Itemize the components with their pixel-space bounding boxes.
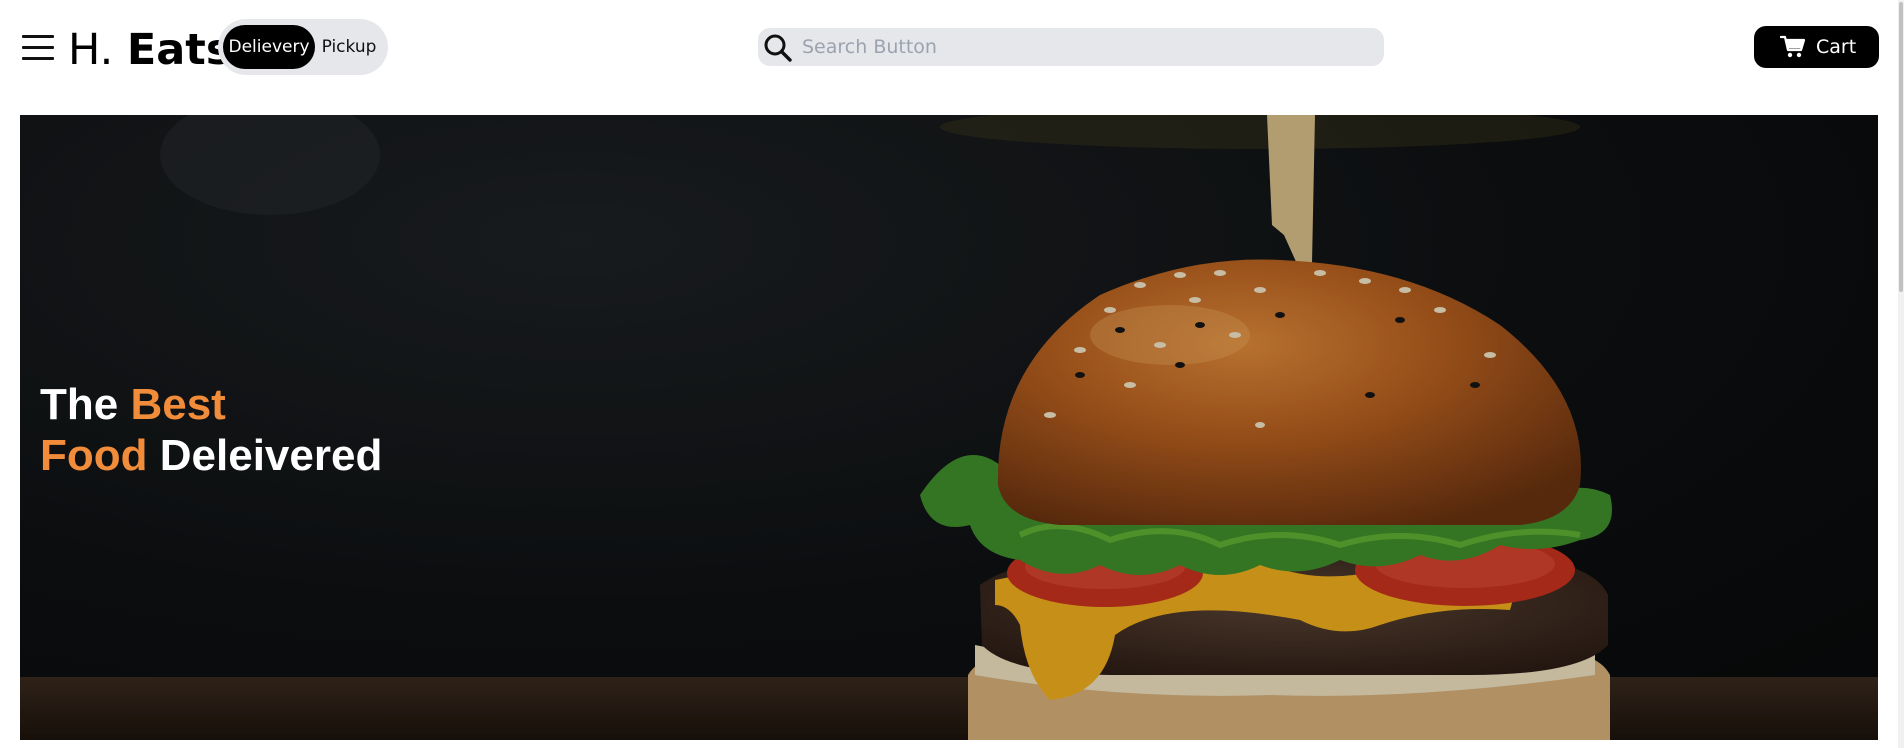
search-input[interactable] (802, 28, 1372, 66)
headline-line-1: The Best (40, 379, 382, 430)
delivery-option[interactable]: Delievery (223, 25, 315, 69)
delivery-pickup-toggle: Delievery Pickup (218, 19, 388, 75)
scrollbar-thumb[interactable] (1899, 2, 1903, 292)
headline-word-the: The (40, 380, 119, 429)
logo-prefix: H. (68, 25, 114, 75)
headline-word-food: Food (40, 431, 148, 480)
cart-icon (1780, 35, 1806, 58)
cart-button[interactable]: Cart (1754, 26, 1879, 68)
cart-label: Cart (1816, 36, 1857, 58)
top-navbar: H. Eats Delievery Pickup Cart (0, 0, 1904, 96)
pickup-option[interactable]: Pickup (317, 25, 381, 69)
search-bar (758, 28, 1384, 66)
headline-line-2: Food Deleivered (40, 430, 382, 481)
search-icon[interactable] (762, 32, 794, 64)
hero-headline: The Best Food Deleivered (40, 379, 382, 481)
logo-name: Eats (126, 25, 232, 75)
headline-word-deleivered: Deleivered (159, 431, 383, 480)
headline-word-best: Best (130, 380, 226, 429)
hamburger-menu-icon[interactable] (22, 32, 54, 62)
hero-banner: The Best Food Deleivered (20, 115, 1878, 740)
brand-logo[interactable]: H. Eats (68, 24, 231, 76)
